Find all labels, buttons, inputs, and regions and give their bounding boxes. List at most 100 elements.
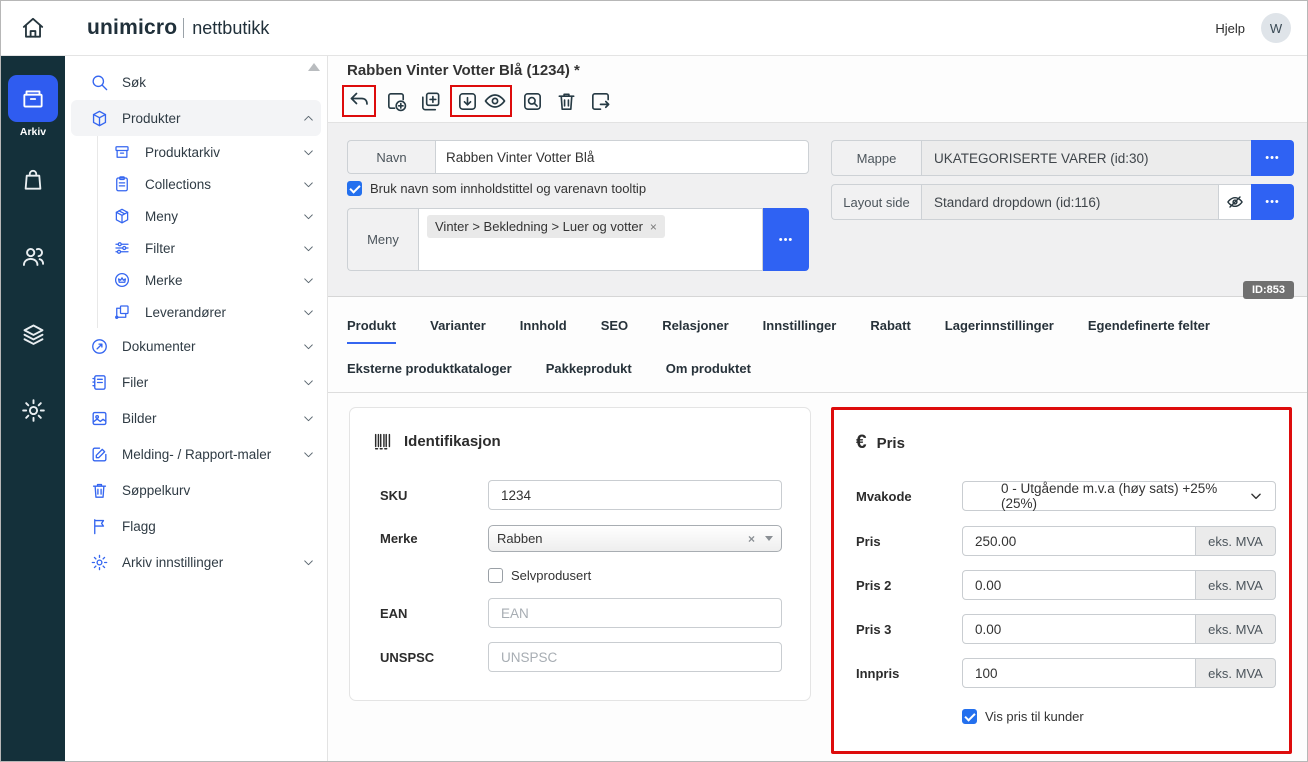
use-name-checkbox[interactable] bbox=[347, 181, 362, 196]
sidebar-item-melding-rapport-maler[interactable]: Melding- / Rapport-maler bbox=[65, 436, 327, 472]
select-arrow-icon bbox=[765, 536, 773, 541]
shopping-bag-icon bbox=[20, 167, 46, 193]
menu-cube-icon bbox=[112, 207, 132, 225]
export-arrow-icon bbox=[589, 90, 612, 113]
tab-innstillinger[interactable]: Innstillinger bbox=[763, 318, 837, 344]
preview-button[interactable] bbox=[481, 87, 509, 115]
identification-card: Identifikasjon SKU Merke Rabben × bbox=[349, 407, 811, 701]
chevron-down-icon bbox=[302, 448, 315, 461]
chevron-down-icon bbox=[302, 376, 315, 389]
brand-crown-icon bbox=[112, 271, 132, 289]
self-produced-checkbox[interactable] bbox=[488, 568, 503, 583]
vat-code-label: Mvakode bbox=[856, 489, 962, 504]
trash-icon bbox=[89, 481, 109, 500]
name-field-group: Navn bbox=[347, 140, 809, 174]
toolbar bbox=[342, 85, 614, 117]
settings-gear-icon bbox=[89, 553, 109, 572]
chevron-down-icon bbox=[302, 146, 315, 159]
annotation-box-import-preview bbox=[450, 85, 512, 117]
sku-input[interactable] bbox=[488, 480, 782, 510]
delete-button[interactable] bbox=[552, 87, 580, 115]
page-title: Rabben Vinter Votter Blå (1234) * bbox=[347, 62, 580, 79]
euro-icon: € bbox=[856, 432, 867, 454]
user-avatar[interactable]: W bbox=[1261, 13, 1291, 43]
inspect-button[interactable] bbox=[518, 87, 546, 115]
import-button[interactable] bbox=[453, 87, 481, 115]
left-rail: Arkiv bbox=[1, 56, 65, 762]
sidebar-item-collections[interactable]: Collections bbox=[98, 168, 327, 200]
annotation-box-back bbox=[342, 85, 376, 117]
unspsc-input[interactable] bbox=[488, 642, 782, 672]
price-input[interactable] bbox=[962, 526, 1196, 556]
sidebar-item-dokumenter[interactable]: Dokumenter bbox=[65, 328, 327, 364]
sidebar-item-soppelkurv[interactable]: Søppelkurv bbox=[65, 472, 327, 508]
tab-innhold[interactable]: Innhold bbox=[520, 318, 567, 344]
sidebar-item-produkter[interactable]: Produkter bbox=[71, 100, 321, 136]
chevron-down-icon bbox=[302, 556, 315, 569]
brand-logo[interactable]: unimicro nettbutikk bbox=[87, 1, 269, 55]
home-button[interactable] bbox=[1, 1, 65, 55]
tab-om-produktet[interactable]: Om produktet bbox=[666, 361, 751, 385]
archive-icon bbox=[20, 86, 46, 112]
tab-relasjoner[interactable]: Relasjoner bbox=[662, 318, 728, 344]
vat-code-select[interactable]: 0 - Utgående m.v.a (høy sats) +25% (25%) bbox=[962, 481, 1276, 511]
tab-eksterne-produktkataloger[interactable]: Eksterne produktkataloger bbox=[347, 361, 512, 385]
help-link[interactable]: Hjelp bbox=[1215, 21, 1245, 36]
chevron-down-icon bbox=[302, 178, 315, 191]
tab-content: Identifikasjon SKU Merke Rabben × bbox=[328, 394, 1308, 762]
layout-value-field[interactable]: Standard dropdown (id:116) bbox=[921, 184, 1218, 220]
name-input[interactable] bbox=[435, 140, 809, 174]
tab-pakkeprodukt[interactable]: Pakkeprodukt bbox=[546, 361, 632, 385]
name-label: Navn bbox=[347, 140, 435, 174]
eye-slash-icon bbox=[1225, 192, 1245, 212]
sidebar-item-produktarkiv[interactable]: Produktarkiv bbox=[98, 136, 327, 168]
price2-input[interactable] bbox=[962, 570, 1196, 600]
rail-item-layers[interactable] bbox=[13, 314, 53, 354]
layout-visibility-button[interactable] bbox=[1218, 184, 1251, 220]
chevron-down-icon bbox=[1249, 489, 1263, 503]
export-button[interactable] bbox=[586, 87, 614, 115]
rail-item-settings[interactable] bbox=[13, 390, 53, 430]
sidebar-item-sok[interactable]: Søk bbox=[65, 64, 327, 100]
sidebar-item-merke[interactable]: Merke bbox=[98, 264, 327, 296]
layout-more-button[interactable]: ••• bbox=[1251, 184, 1294, 220]
tab-bar: Produkt Varianter Innhold SEO Relasjoner… bbox=[328, 298, 1308, 393]
scroll-up-arrow[interactable] bbox=[308, 63, 320, 71]
sidebar-item-leverandorer[interactable]: Leverandører bbox=[98, 296, 327, 328]
ean-input[interactable] bbox=[488, 598, 782, 628]
duplicate-button[interactable] bbox=[416, 87, 444, 115]
eye-icon bbox=[483, 89, 507, 113]
rail-item-arkiv[interactable] bbox=[8, 75, 58, 122]
clear-selection-icon[interactable]: × bbox=[748, 532, 755, 546]
tab-varianter[interactable]: Varianter bbox=[430, 318, 486, 344]
tab-produkt[interactable]: Produkt bbox=[347, 318, 396, 344]
sidebar-item-arkiv-innstillinger[interactable]: Arkiv innstillinger bbox=[65, 544, 327, 580]
folder-value-field[interactable]: UKATEGORISERTE VARER (id:30) bbox=[921, 140, 1251, 176]
sidebar-item-filter[interactable]: Filter bbox=[98, 232, 327, 264]
menu-tags-field[interactable]: Vinter > Bekledning > Luer og votter × bbox=[418, 208, 763, 271]
menu-more-button[interactable]: ••• bbox=[763, 208, 809, 271]
sidebar-item-bilder[interactable]: Bilder bbox=[65, 400, 327, 436]
sidebar: Søk Produkter Produktarkiv Collections M… bbox=[65, 56, 328, 762]
chevron-down-icon bbox=[302, 412, 315, 425]
sidebar-item-flagg[interactable]: Flagg bbox=[65, 508, 327, 544]
tab-rabatt[interactable]: Rabatt bbox=[870, 318, 910, 344]
price3-input[interactable] bbox=[962, 614, 1196, 644]
show-price-checkbox[interactable] bbox=[962, 709, 977, 724]
folder-more-button[interactable]: ••• bbox=[1251, 140, 1294, 176]
sidebar-item-meny[interactable]: Meny bbox=[98, 200, 327, 232]
back-button[interactable] bbox=[345, 87, 373, 115]
undo-arrow-icon bbox=[347, 89, 371, 113]
layout-field-group: Layout side Standard dropdown (id:116) •… bbox=[831, 184, 1294, 220]
new-product-button[interactable] bbox=[382, 87, 410, 115]
cost-price-input[interactable] bbox=[962, 658, 1196, 688]
tab-lagerinnstillinger[interactable]: Lagerinnstillinger bbox=[945, 318, 1054, 344]
tab-egendefinerte-felter[interactable]: Egendefinerte felter bbox=[1088, 318, 1210, 344]
brand-select[interactable]: Rabben × bbox=[488, 525, 782, 552]
sidebar-item-filer[interactable]: Filer bbox=[65, 364, 327, 400]
tab-seo[interactable]: SEO bbox=[601, 318, 628, 344]
tag-remove-icon[interactable]: × bbox=[650, 220, 657, 234]
rail-item-shop[interactable] bbox=[13, 160, 53, 200]
ean-label: EAN bbox=[380, 606, 488, 621]
rail-item-customers[interactable] bbox=[13, 236, 53, 276]
